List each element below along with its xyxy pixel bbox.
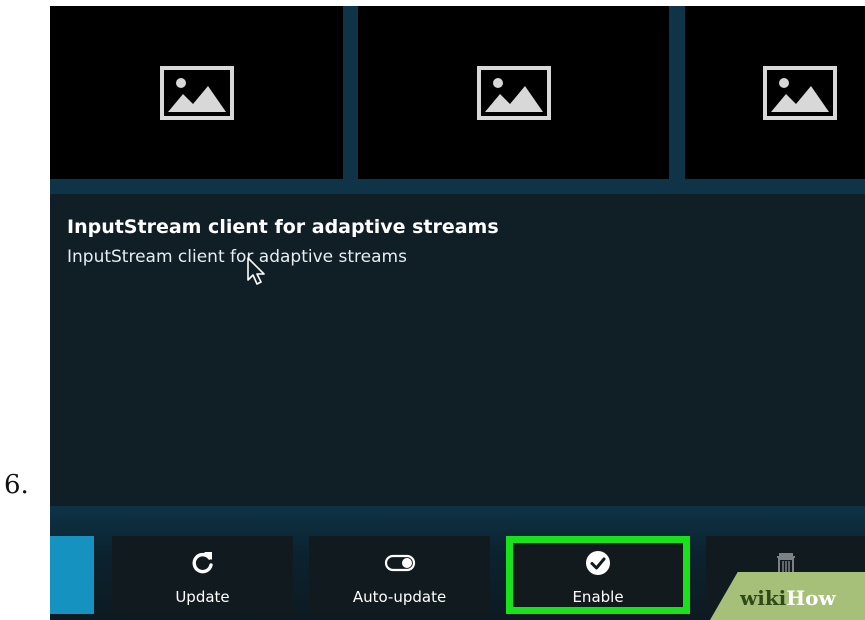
step-number: 6. xyxy=(4,470,29,500)
addon-description: InputStream client for adaptive streams xyxy=(67,247,407,267)
watermark-wiki: wiki xyxy=(740,586,787,610)
addon-info-panel: InputStream client for adaptive streams … xyxy=(50,194,865,506)
checkmark-circle-icon xyxy=(586,551,610,575)
image-placeholder-icon xyxy=(159,65,234,120)
autoupdate-button[interactable]: Auto-update xyxy=(309,536,490,614)
watermark-how: How xyxy=(786,586,836,610)
screenshot-strip xyxy=(50,6,865,194)
image-placeholder-icon xyxy=(476,65,551,120)
side-tab[interactable] xyxy=(50,536,94,614)
kodi-addon-screen: InputStream client for adaptive streams … xyxy=(50,6,865,620)
toggle-icon xyxy=(384,554,415,572)
enable-label: Enable xyxy=(572,588,624,606)
enable-button[interactable]: Enable xyxy=(506,536,690,614)
refresh-icon xyxy=(192,552,213,574)
update-button[interactable]: Update xyxy=(112,536,293,614)
action-toolbar: Update Auto-update Enable wikiHow xyxy=(50,506,865,620)
image-placeholder-icon xyxy=(763,65,837,120)
wikihow-watermark: wikiHow xyxy=(740,586,836,610)
autoupdate-label: Auto-update xyxy=(352,588,447,606)
update-label: Update xyxy=(175,588,230,606)
screenshot-thumbnail[interactable] xyxy=(358,6,669,179)
screenshot-thumbnail[interactable] xyxy=(685,6,865,179)
addon-title: InputStream client for adaptive streams xyxy=(67,216,499,238)
screenshot-thumbnail[interactable] xyxy=(50,6,343,179)
mouse-cursor-icon xyxy=(247,257,265,285)
